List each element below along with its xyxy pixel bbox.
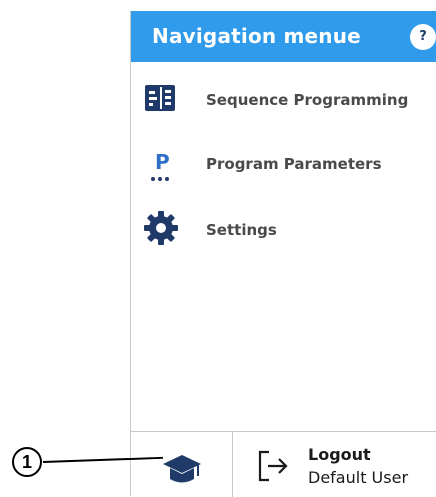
menu-item-label: Settings — [206, 221, 277, 239]
help-button[interactable]: ? — [410, 24, 436, 50]
menu-item-label: Program Parameters — [206, 155, 382, 173]
current-user-name: Default User — [308, 468, 409, 487]
menu-item-program-parameters[interactable]: P Program Parameters — [131, 142, 436, 192]
menu-item-sequence-programming[interactable]: Sequence Programming — [131, 76, 436, 126]
menu-item-settings[interactable]: Settings — [131, 207, 436, 257]
program-parameters-icon: P — [151, 150, 170, 181]
callout-marker: 1 — [12, 447, 42, 477]
gear-icon — [144, 211, 178, 245]
navigation-panel: Navigation menue ? Sequence Programming … — [130, 11, 436, 497]
logout-label: Logout — [308, 445, 371, 464]
graduation-cap-icon — [163, 455, 201, 483]
sequence-programming-icon — [145, 85, 175, 111]
logout-icon — [258, 450, 288, 482]
menu-item-label: Sequence Programming — [206, 91, 409, 109]
svg-text:P: P — [155, 150, 170, 174]
navigation-footer: Logout Default User — [131, 431, 436, 497]
academy-button[interactable] — [131, 432, 232, 497]
logout-button[interactable]: Logout Default User — [233, 432, 436, 497]
header-title: Navigation menue — [152, 24, 361, 48]
navigation-header: Navigation menue ? — [131, 11, 436, 62]
